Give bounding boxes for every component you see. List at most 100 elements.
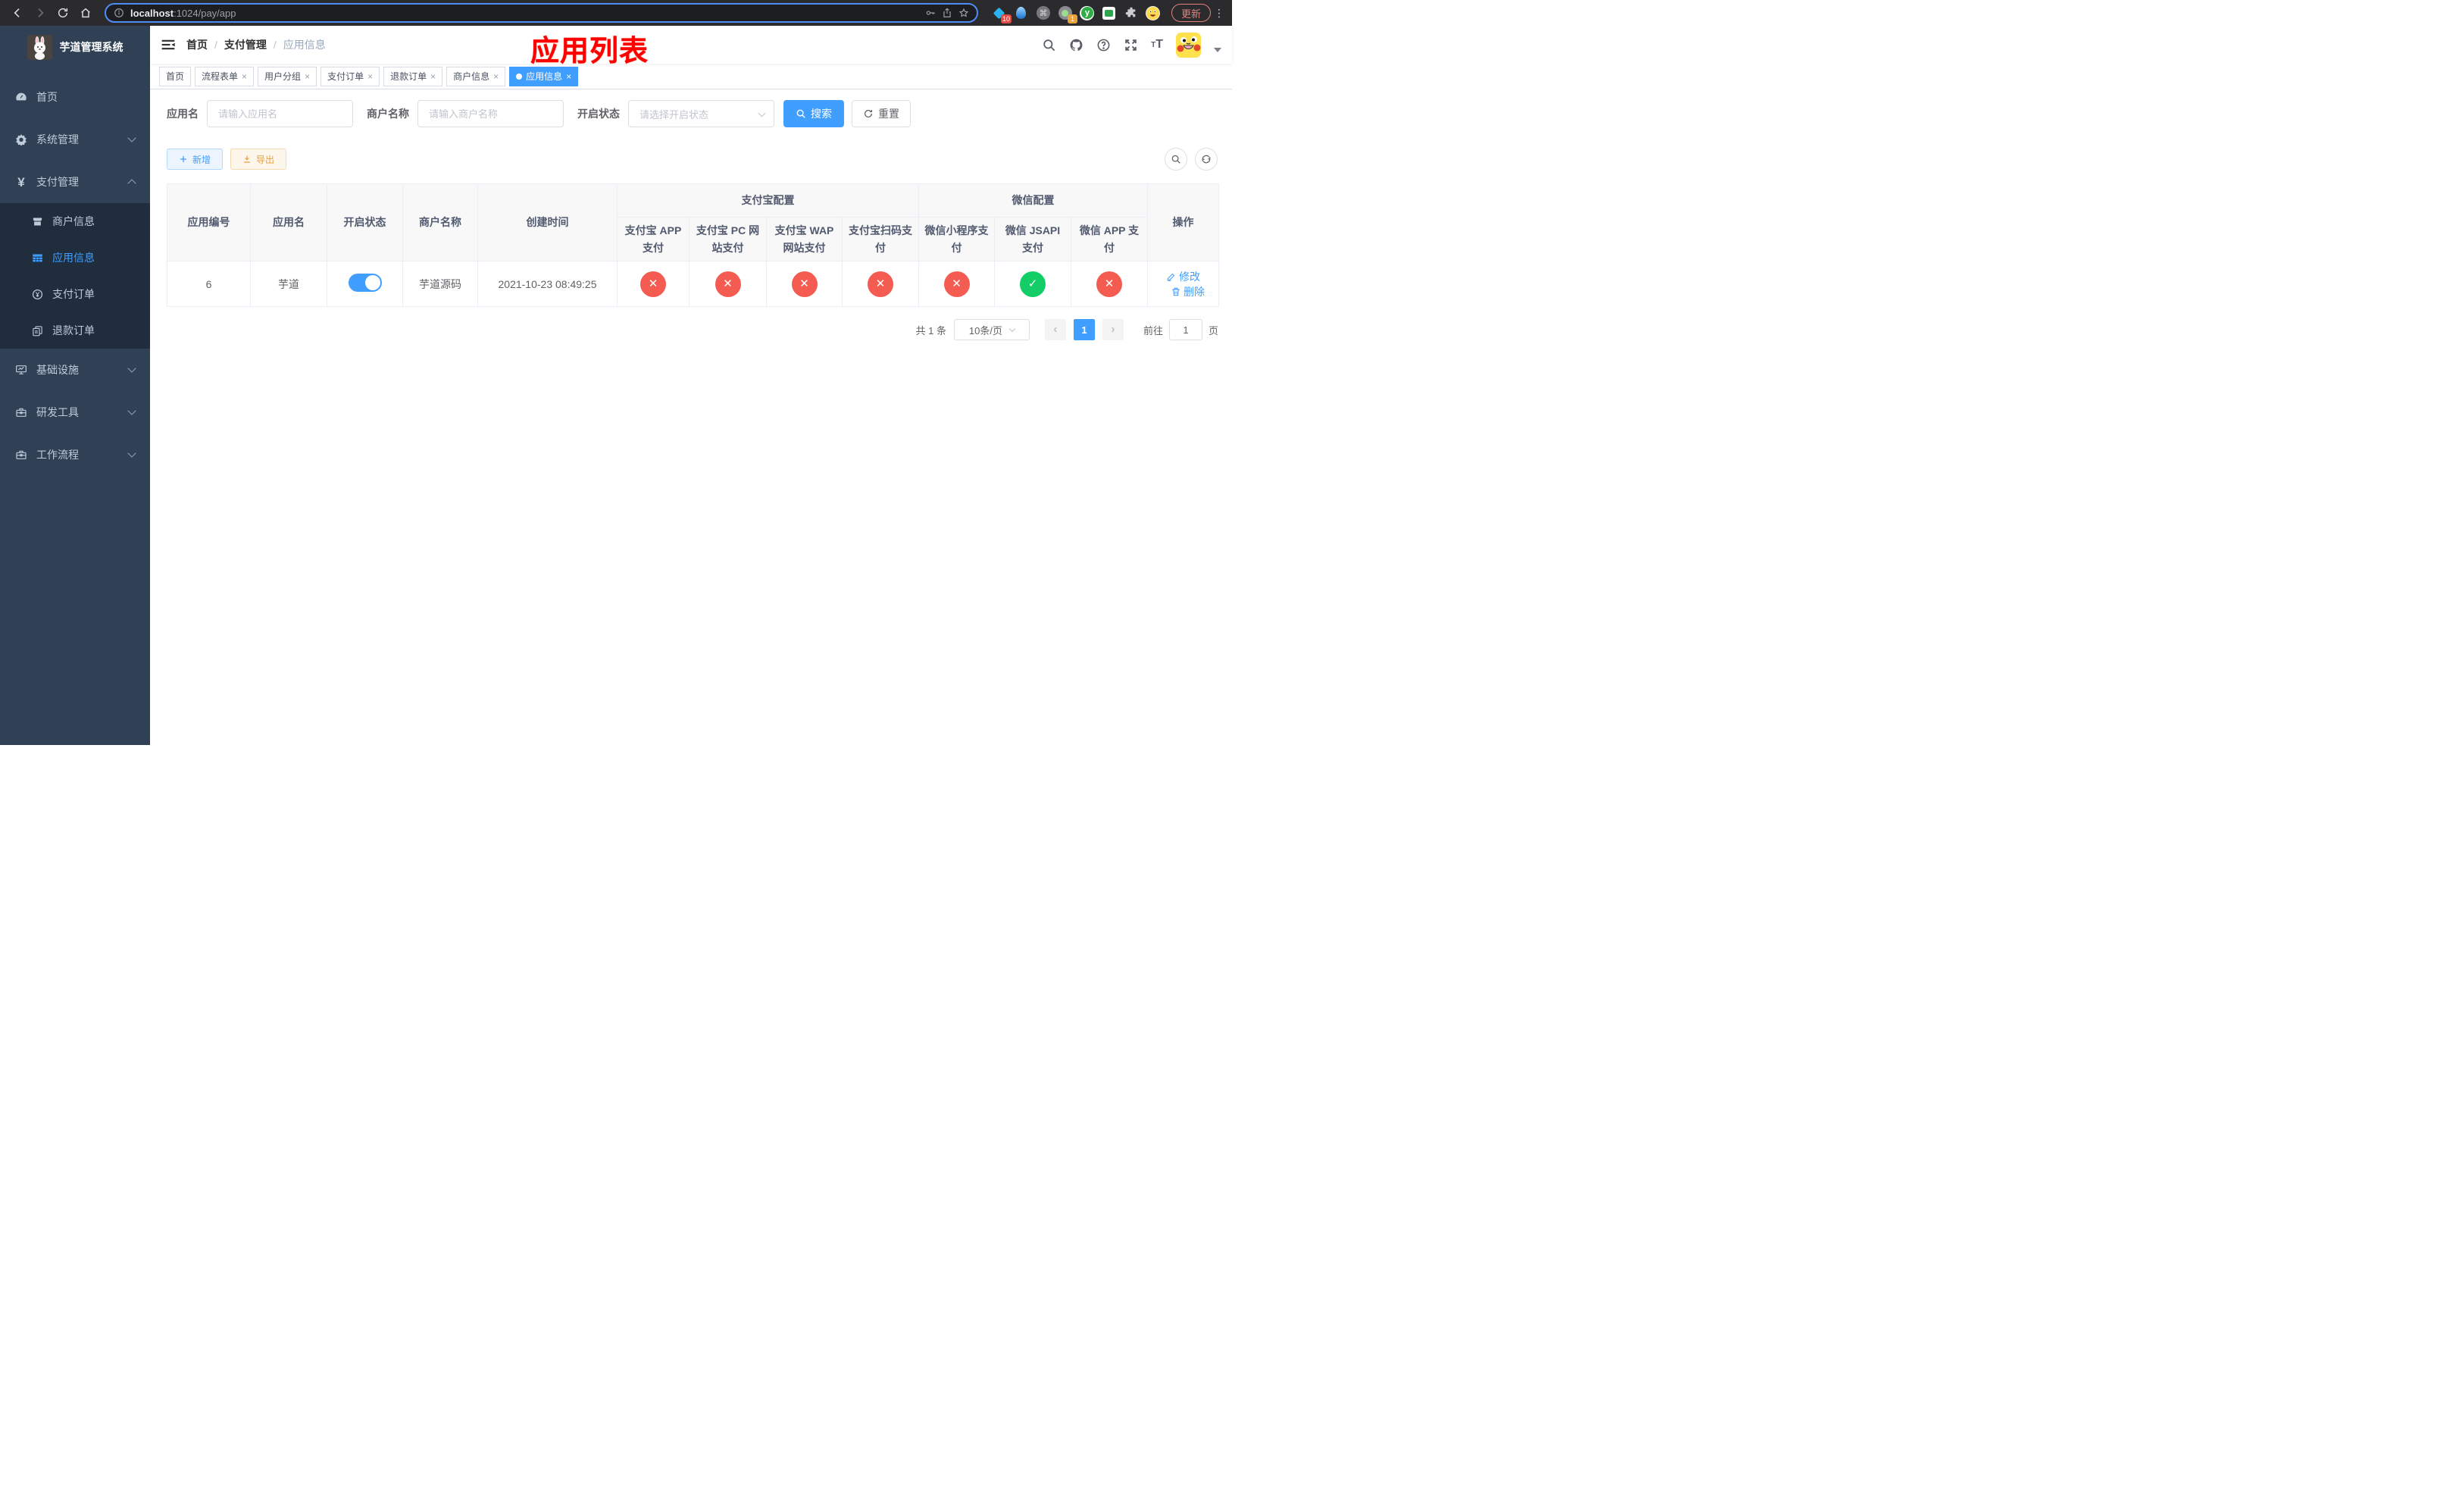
status-toggle[interactable] xyxy=(348,274,382,292)
sidebar-item-merchant-info[interactable]: 商户信息 xyxy=(0,203,150,239)
font-size-icon[interactable]: TT xyxy=(1151,38,1163,52)
home-icon[interactable] xyxy=(76,3,95,23)
col-header-alipay-wap: 支付宝 WAP 网站支付 xyxy=(766,217,843,261)
col-header-name: 应用名 xyxy=(250,183,327,261)
col-group-wechat: 微信配置 xyxy=(918,183,1148,218)
extension-icon-2[interactable] xyxy=(1014,5,1029,20)
edit-link[interactable]: 修改 xyxy=(1166,269,1200,284)
breadcrumb-home[interactable]: 首页 xyxy=(186,37,208,52)
sidebar-item-devtools[interactable]: 研发工具 xyxy=(0,391,150,434)
share-icon[interactable] xyxy=(942,8,952,18)
col-header-merchant: 商户名称 xyxy=(402,183,478,261)
close-icon[interactable] xyxy=(566,72,571,81)
emoji-avatar-icon xyxy=(1146,5,1161,20)
forward-icon[interactable] xyxy=(30,3,50,23)
extension-icon-3[interactable]: ⌘ xyxy=(1036,5,1051,20)
y-logo-icon: y xyxy=(1080,5,1095,20)
reset-button[interactable]: 重置 xyxy=(852,100,911,127)
page-number-button[interactable]: 1 xyxy=(1073,319,1095,340)
tab-label: 首页 xyxy=(166,71,185,82)
app-name-input[interactable] xyxy=(207,100,353,127)
tags-bar: 首页 流程表单 用户分组 支付订单 退款订单 xyxy=(150,64,1232,89)
goto-suffix: 页 xyxy=(1208,324,1218,337)
cell-alipay-qr: ✕ xyxy=(842,261,919,307)
github-icon[interactable] xyxy=(1069,38,1083,52)
cell-alipay-wap: ✕ xyxy=(766,261,843,307)
close-icon[interactable] xyxy=(242,72,247,81)
tab-pay-order[interactable]: 支付订单 xyxy=(321,66,380,86)
extension-icon-4[interactable]: 1 xyxy=(1058,5,1077,23)
breadcrumb-payment[interactable]: 支付管理 xyxy=(224,37,267,52)
browser-profile-avatar[interactable] xyxy=(1146,5,1161,20)
password-key-icon[interactable] xyxy=(925,8,936,18)
command-icon: ⌘ xyxy=(1036,6,1050,20)
search-button[interactable]: 搜索 xyxy=(783,100,844,127)
logo-row[interactable]: 芋道管理系统 xyxy=(0,26,150,68)
url-text[interactable]: localhost:1024/pay/app xyxy=(130,8,236,19)
user-avatar[interactable] xyxy=(1176,32,1201,58)
col-header-actions: 操作 xyxy=(1147,183,1219,261)
sidebar-item-home[interactable]: 首页 xyxy=(0,76,150,118)
status-icon-alipay-pc: ✕ xyxy=(714,271,741,297)
page-size-select[interactable]: 10条/页 xyxy=(953,319,1030,340)
breadcrumb-separator: / xyxy=(273,39,277,51)
sidebar-item-label: 基础设施 xyxy=(36,364,79,376)
add-button[interactable]: 新增 xyxy=(167,149,224,170)
status-icon-wx-app: ✕ xyxy=(1096,271,1122,297)
refresh-table-button[interactable] xyxy=(1195,148,1218,171)
close-icon[interactable] xyxy=(367,72,373,81)
extensions-menu-icon[interactable] xyxy=(1124,5,1139,20)
next-page-button[interactable] xyxy=(1102,319,1124,340)
address-bar[interactable]: localhost:1024/pay/app xyxy=(105,3,978,23)
tab-app-info[interactable]: 应用信息 xyxy=(509,66,579,86)
url-path: :1024/pay/app xyxy=(174,7,236,19)
status-icon-alipay-app: ✕ xyxy=(640,271,666,297)
plus-icon xyxy=(180,156,186,162)
annotation-title: 应用列表 xyxy=(530,36,649,67)
sidebar-item-system[interactable]: 系统管理 xyxy=(0,118,150,161)
show-search-button[interactable] xyxy=(1165,148,1187,171)
sidebar-item-pay-order[interactable]: 支付订单 xyxy=(0,276,150,312)
tab-user-group[interactable]: 用户分组 xyxy=(258,66,317,86)
sidebar-item-refund-order[interactable]: 退款订单 xyxy=(0,312,150,349)
sidebar-item-app-info[interactable]: 应用信息 xyxy=(0,239,150,276)
app: 芋道管理系统 首页 系统管理 ¥ 支付管理 商户信息 应用信息 支付订单 退款订… xyxy=(0,26,1232,745)
help-icon[interactable] xyxy=(1096,38,1111,52)
fullscreen-icon[interactable] xyxy=(1124,38,1138,52)
merchant-name-input[interactable] xyxy=(417,100,564,127)
delete-link[interactable]: 删除 xyxy=(1171,284,1205,299)
chat-icon xyxy=(1102,6,1116,20)
close-icon[interactable] xyxy=(305,72,310,81)
extension-icon-6[interactable] xyxy=(1102,5,1117,20)
tab-process-form[interactable]: 流程表单 xyxy=(195,66,255,86)
back-icon[interactable] xyxy=(8,3,27,23)
close-icon[interactable] xyxy=(493,72,499,81)
status-select[interactable]: 请选择开启状态 xyxy=(628,100,774,127)
tab-refund-order[interactable]: 退款订单 xyxy=(383,66,443,86)
avatar-caret-icon[interactable] xyxy=(1214,48,1221,52)
sidebar-item-workflow[interactable]: 工作流程 xyxy=(0,434,150,476)
extension-icon-5[interactable]: y xyxy=(1080,5,1095,20)
bookmark-star-icon[interactable] xyxy=(958,8,969,18)
close-icon[interactable] xyxy=(430,72,436,81)
tab-merchant-info[interactable]: 商户信息 xyxy=(446,66,506,86)
yen-circle-icon xyxy=(32,289,43,300)
prev-page-button[interactable] xyxy=(1044,319,1066,340)
logo-rabbit-image xyxy=(27,34,52,60)
extension-icon-1[interactable]: 10 xyxy=(992,5,1012,23)
chrome-update-button[interactable]: 更新 xyxy=(1171,4,1211,22)
browser-menu-icon[interactable]: ⋮ xyxy=(1214,7,1224,20)
status-icon-wx-lite: ✕ xyxy=(943,271,970,297)
reload-icon[interactable] xyxy=(53,3,73,23)
sidebar-item-infrastructure[interactable]: 基础设施 xyxy=(0,349,150,391)
hamburger-icon[interactable] xyxy=(161,37,176,52)
goto-page-input[interactable] xyxy=(1168,319,1202,340)
export-button[interactable]: 导出 xyxy=(230,149,287,170)
header-search-icon[interactable] xyxy=(1042,38,1056,52)
breadcrumb-app-info: 应用信息 xyxy=(283,39,326,51)
sidebar-item-payment[interactable]: ¥ 支付管理 xyxy=(0,161,150,203)
tab-label: 流程表单 xyxy=(202,71,239,82)
tab-home[interactable]: 首页 xyxy=(159,66,192,86)
cell-name: 芋道 xyxy=(250,261,327,307)
site-info-icon[interactable] xyxy=(114,8,124,18)
